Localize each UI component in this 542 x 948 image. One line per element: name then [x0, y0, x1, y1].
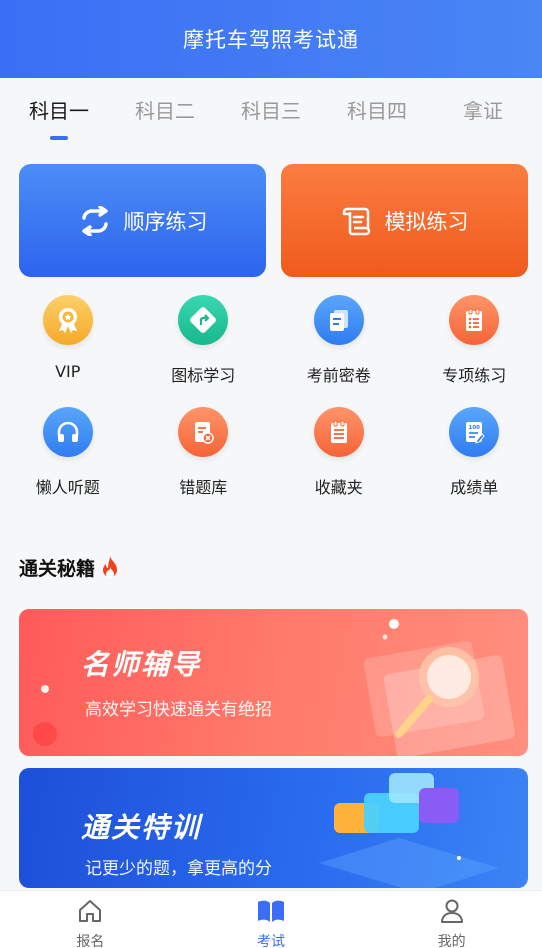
subject-tabs: 科目一 科目二 科目三 科目四 拿证: [0, 78, 542, 150]
feature-label: 成绩单: [450, 478, 499, 497]
feature-score-sheet[interactable]: 100 成绩单: [407, 407, 542, 519]
tab-get-license[interactable]: 拿证: [430, 78, 536, 150]
feature-favorites[interactable]: 收藏夹: [271, 407, 407, 519]
nav-exam[interactable]: 考试: [181, 891, 362, 948]
banner-subtitle: 高效学习快速通关有绝招: [85, 700, 272, 720]
section-title: 通关秘籍: [19, 557, 96, 580]
sequential-practice-label: 顺序练习: [123, 209, 208, 234]
svg-text:100: 100: [469, 425, 481, 431]
fire-icon: [99, 555, 121, 579]
repeat-icon: [78, 205, 112, 236]
feature-label: 懒人听题: [35, 478, 100, 497]
sequential-practice-button[interactable]: 顺序练习: [19, 164, 266, 277]
feature-secret-paper[interactable]: 考前密卷: [271, 295, 407, 407]
feature-label: 专项练习: [442, 366, 507, 385]
nav-profile[interactable]: 我的: [361, 891, 542, 948]
banner-title: 名师辅导: [81, 648, 202, 681]
tab-subject-2[interactable]: 科目二: [112, 78, 218, 150]
score-sheet-icon: 100: [449, 407, 500, 457]
favorites-icon: [313, 407, 364, 457]
feature-label: 考前密卷: [306, 366, 371, 385]
feature-label: 收藏夹: [314, 478, 363, 497]
bottom-navigation: 报名 考试 我的: [0, 890, 542, 948]
feature-label: VIP: [55, 362, 81, 381]
feature-grid: VIP 图标学习 考前密卷 专项练习 懒人听题 错题库 收藏夹 100 成绩单: [0, 277, 542, 519]
book-icon: [256, 897, 286, 929]
practice-buttons: 顺序练习 模拟练习: [0, 150, 542, 277]
checklist-icon: [449, 295, 500, 345]
section-header: 通关秘籍: [0, 519, 542, 587]
tab-subject-4[interactable]: 科目四: [324, 78, 430, 150]
feature-label: 错题库: [179, 478, 228, 497]
feature-listen[interactable]: 懒人听题: [0, 407, 136, 519]
user-icon: [438, 897, 466, 929]
nav-label: 我的: [437, 934, 466, 948]
app-screen: 摩托车驾照考试通 科目一 科目二 科目三 科目四 拿证 顺序练习 模拟练习 VI…: [0, 0, 542, 948]
document-icon: [313, 295, 364, 345]
mock-practice-label: 模拟练习: [384, 209, 469, 234]
road-sign-icon: [178, 295, 229, 345]
feature-special-practice[interactable]: 专项练习: [407, 295, 542, 407]
feature-label: 图标学习: [171, 366, 236, 385]
feature-vip[interactable]: VIP: [0, 295, 136, 407]
tab-subject-3[interactable]: 科目三: [218, 78, 324, 150]
exam-paper-icon: [341, 205, 373, 237]
vip-badge-icon: [42, 295, 93, 345]
nav-register[interactable]: 报名: [0, 891, 181, 948]
app-header: 摩托车驾照考试通: [0, 0, 542, 78]
banner-subtitle: 记更少的题，拿更高的分: [85, 859, 272, 879]
mock-practice-button[interactable]: 模拟练习: [281, 164, 528, 277]
wrong-answer-icon: [178, 407, 229, 457]
nav-label: 报名: [76, 934, 105, 948]
nav-label: 考试: [257, 934, 285, 948]
feature-sign-learning[interactable]: 图标学习: [136, 295, 272, 407]
banner-pass-training[interactable]: 通关特训 记更少的题，拿更高的分: [19, 768, 528, 888]
home-icon: [76, 897, 104, 929]
page-title: 摩托车驾照考试通: [183, 28, 359, 52]
banner-teacher-tutoring[interactable]: 名师辅导 高效学习快速通关有绝招: [19, 609, 528, 756]
tab-subject-1[interactable]: 科目一: [6, 78, 112, 150]
feature-wrong-bank[interactable]: 错题库: [136, 407, 272, 519]
headphones-icon: [42, 407, 93, 457]
banner-title: 通关特训: [81, 811, 202, 844]
